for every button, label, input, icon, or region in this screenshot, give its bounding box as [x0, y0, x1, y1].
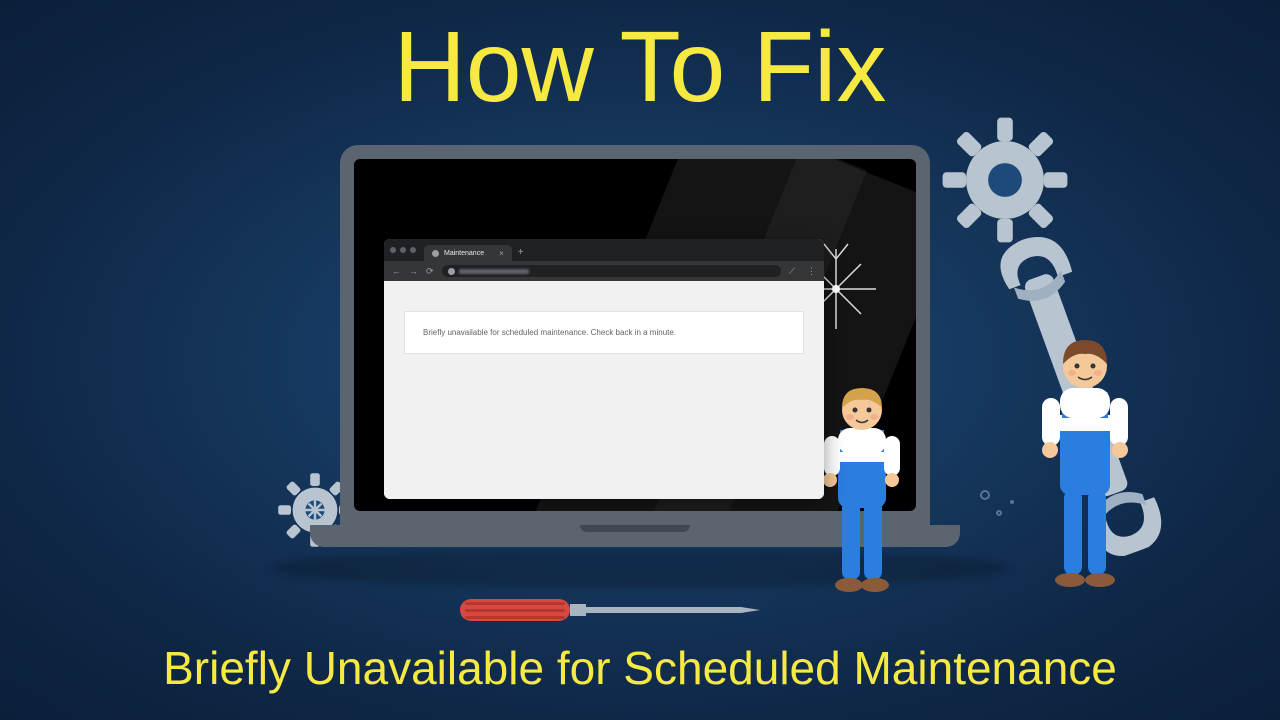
extension-icon[interactable]: ⟋	[789, 266, 795, 277]
close-icon[interactable]: ×	[499, 249, 504, 258]
worker-standing-illustration	[1020, 320, 1150, 605]
address-bar[interactable]	[442, 265, 781, 277]
screwdriver-icon	[460, 585, 760, 640]
bubble-decoration	[1010, 500, 1014, 504]
site-info-icon	[448, 268, 455, 275]
url-blurred	[459, 269, 529, 274]
browser-tab[interactable]: Maintenance ×	[424, 245, 512, 261]
maintenance-message: Briefly unavailable for scheduled mainte…	[423, 328, 676, 337]
main-title: How To Fix	[394, 10, 887, 125]
new-tab-button[interactable]: +	[518, 247, 524, 258]
back-icon[interactable]: ←	[392, 266, 401, 276]
tab-label: Maintenance	[444, 250, 484, 257]
subtitle: Briefly Unavailable for Scheduled Mainte…	[163, 641, 1117, 695]
menu-icon[interactable]: ⋮	[807, 266, 816, 277]
reload-icon[interactable]: ⟳	[426, 266, 434, 277]
browser-content: Briefly unavailable for scheduled mainte…	[384, 281, 824, 499]
bubble-decoration	[980, 490, 990, 500]
bubble-decoration	[996, 510, 1002, 516]
browser-window: Maintenance × + ← → ⟳ ⟋ ⋮	[384, 239, 824, 499]
forward-icon[interactable]: →	[409, 266, 418, 276]
browser-tabbar: Maintenance × +	[384, 239, 824, 261]
maintenance-message-card: Briefly unavailable for scheduled mainte…	[404, 311, 804, 354]
globe-icon	[432, 250, 439, 257]
window-controls[interactable]	[390, 247, 416, 253]
browser-toolbar: ← → ⟳ ⟋ ⋮	[384, 261, 824, 281]
